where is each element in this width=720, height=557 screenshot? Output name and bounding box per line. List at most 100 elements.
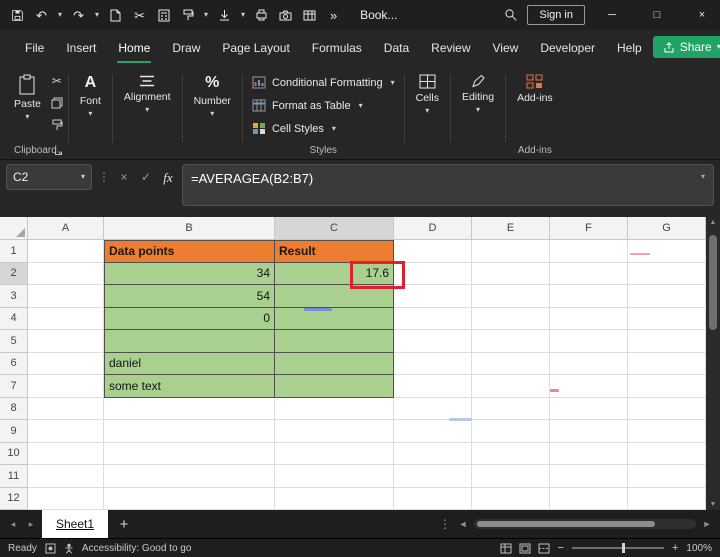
cell[interactable] xyxy=(394,240,472,263)
tab-data[interactable]: Data xyxy=(383,32,410,63)
editing-button[interactable]: Editing ▾ xyxy=(454,70,502,118)
cell[interactable] xyxy=(472,375,550,398)
alignment-dropdown-icon[interactable]: ▾ xyxy=(145,106,149,114)
cell[interactable] xyxy=(550,330,628,353)
share-button[interactable]: Share ▾ xyxy=(652,36,720,58)
maximize-button[interactable]: □ xyxy=(639,0,675,30)
name-box[interactable]: C2 ▾ xyxy=(6,164,92,190)
column-header-D[interactable]: D xyxy=(394,217,472,240)
cell[interactable] xyxy=(394,420,472,443)
cell-C5[interactable] xyxy=(275,330,394,353)
format-as-table-button[interactable]: Format as Table ▾ xyxy=(246,95,369,116)
cell-B2[interactable]: 34 xyxy=(104,262,275,285)
tabbar-menu-icon[interactable]: ⋮ xyxy=(438,517,452,531)
cell[interactable] xyxy=(394,442,472,465)
paste-button[interactable]: Paste ▾ xyxy=(6,70,49,125)
cell-C7[interactable] xyxy=(275,375,394,398)
hscroll-left-icon[interactable]: ◄ xyxy=(456,519,470,529)
tab-developer[interactable]: Developer xyxy=(539,32,596,63)
cell-B4[interactable]: 0 xyxy=(104,307,275,330)
sheet-nav-right-icon[interactable]: ▸ xyxy=(24,519,38,530)
cell[interactable] xyxy=(394,352,472,375)
cell[interactable] xyxy=(275,442,394,465)
camera-icon[interactable] xyxy=(278,7,293,23)
cell[interactable] xyxy=(550,420,628,443)
tab-draw[interactable]: Draw xyxy=(171,32,201,63)
number-dropdown-icon[interactable]: ▾ xyxy=(210,110,214,118)
page-break-view-icon[interactable] xyxy=(538,543,550,554)
cell[interactable] xyxy=(472,352,550,375)
formula-bar-expand-icon[interactable]: ▾ xyxy=(701,173,705,181)
column-header-B[interactable]: B xyxy=(104,217,275,240)
macro-record-icon[interactable] xyxy=(45,543,56,554)
row-header-1[interactable]: 1 xyxy=(0,240,28,263)
cell[interactable] xyxy=(628,420,706,443)
cell[interactable] xyxy=(628,262,706,285)
page-layout-view-icon[interactable] xyxy=(519,543,531,554)
cell[interactable] xyxy=(394,375,472,398)
accessibility-status[interactable]: Accessibility: Good to go xyxy=(82,543,192,554)
sheet-nav-left-icon[interactable]: ◂ xyxy=(6,519,20,530)
cell[interactable] xyxy=(28,330,104,353)
cell[interactable] xyxy=(628,397,706,420)
cell[interactable] xyxy=(550,442,628,465)
cell-B5[interactable] xyxy=(104,330,275,353)
column-header-E[interactable]: E xyxy=(472,217,550,240)
cell[interactable] xyxy=(628,487,706,510)
cell[interactable] xyxy=(28,285,104,308)
select-all-button[interactable] xyxy=(0,217,28,240)
undo-dropdown-icon[interactable]: ▾ xyxy=(58,11,62,19)
zoom-slider[interactable] xyxy=(571,543,664,553)
column-header-A[interactable]: A xyxy=(28,217,104,240)
cut-button[interactable]: ✂ xyxy=(49,74,65,88)
tab-formulas[interactable]: Formulas xyxy=(311,32,363,63)
cell[interactable] xyxy=(104,487,275,510)
cell[interactable] xyxy=(550,375,628,398)
cell[interactable] xyxy=(472,330,550,353)
cell[interactable] xyxy=(628,285,706,308)
cell[interactable] xyxy=(394,487,472,510)
cell[interactable] xyxy=(104,397,275,420)
search-icon[interactable] xyxy=(503,7,518,23)
tab-review[interactable]: Review xyxy=(430,32,471,63)
insert-function-icon[interactable]: fx xyxy=(160,170,176,186)
addins-button[interactable]: Add-ins xyxy=(509,70,561,108)
cell[interactable] xyxy=(472,240,550,263)
cell[interactable] xyxy=(394,465,472,488)
tab-file[interactable]: File xyxy=(24,32,45,63)
cell-C4[interactable] xyxy=(275,307,394,330)
cell[interactable] xyxy=(472,307,550,330)
cell[interactable] xyxy=(550,397,628,420)
cell[interactable] xyxy=(472,397,550,420)
column-header-C[interactable]: C xyxy=(275,217,394,240)
calculator-icon[interactable] xyxy=(156,7,171,23)
row-header-7[interactable]: 7 xyxy=(0,375,28,398)
cell-styles-button[interactable]: Cell Styles ▾ xyxy=(246,118,342,139)
sign-in-button[interactable]: Sign in xyxy=(527,5,585,25)
cell[interactable] xyxy=(394,307,472,330)
zoom-in-button[interactable]: + xyxy=(672,542,678,554)
font-button[interactable]: A Font ▾ xyxy=(72,70,109,122)
cell[interactable] xyxy=(550,487,628,510)
cell[interactable] xyxy=(550,307,628,330)
horizontal-scrollbar-thumb[interactable] xyxy=(477,521,655,527)
hscroll-right-icon[interactable]: ► xyxy=(700,519,714,529)
row-header-2[interactable]: 2 xyxy=(0,262,28,285)
clipboard-dialog-launcher-icon[interactable] xyxy=(54,147,63,156)
cell[interactable] xyxy=(394,397,472,420)
tab-view[interactable]: View xyxy=(492,32,520,63)
minimize-button[interactable]: ─ xyxy=(594,0,630,30)
cell[interactable] xyxy=(550,262,628,285)
printer-icon[interactable] xyxy=(254,7,269,23)
horizontal-scrollbar[interactable] xyxy=(474,519,696,529)
name-box-dropdown-icon[interactable]: ▾ xyxy=(81,173,85,181)
cell[interactable] xyxy=(550,240,628,263)
cell[interactable] xyxy=(394,262,472,285)
font-dropdown-icon[interactable]: ▾ xyxy=(88,110,92,118)
redo-dropdown-icon[interactable]: ▾ xyxy=(95,11,99,19)
tab-help[interactable]: Help xyxy=(616,32,643,63)
cell-B6[interactable]: daniel xyxy=(104,352,275,375)
row-header-6[interactable]: 6 xyxy=(0,352,28,375)
cell[interactable] xyxy=(472,465,550,488)
cell[interactable] xyxy=(550,465,628,488)
